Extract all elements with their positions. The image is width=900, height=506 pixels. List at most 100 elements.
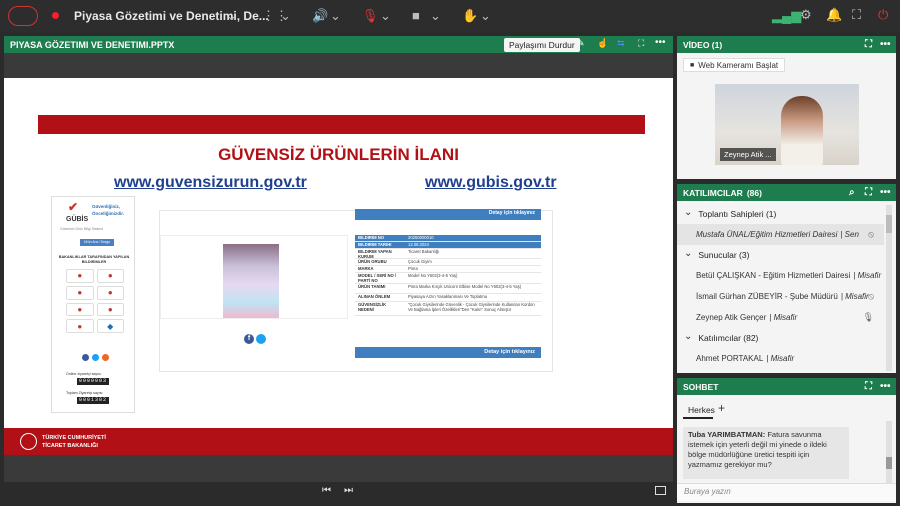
chevron-down-icon[interactable]: ⌄: [226, 8, 237, 24]
ministry-logo[interactable]: ●: [96, 302, 124, 317]
ministry-emblem-icon: [20, 433, 37, 450]
participant-group[interactable]: ⌄ Toplantı Sahipleri (1): [677, 204, 884, 224]
chat-sender: Tuba YARIMBATMAN:: [688, 430, 766, 439]
facebook-share-icon[interactable]: f: [244, 334, 254, 344]
ministry-logo[interactable]: ●: [66, 269, 94, 283]
next-slide-icon[interactable]: ⏭: [344, 485, 353, 496]
chat-input[interactable]: Buraya yazın: [677, 483, 896, 501]
facebook-icon[interactable]: [82, 354, 89, 361]
chevron-down-icon[interactable]: ⌄: [684, 207, 692, 218]
participant-group[interactable]: ⌄ Katılımcılar (82): [677, 328, 884, 348]
participant-row[interactable]: İsmail Gürhan ZÜBEYİR - Şube Müdürü | Mis…: [677, 286, 884, 307]
fullscreen-icon[interactable]: ⛶: [865, 381, 872, 392]
ministry-logo[interactable]: ◆: [96, 319, 124, 333]
notice-field-value: Pinra Marka Kırçık Unicorn Elbise Model …: [405, 284, 541, 293]
ministry-logo[interactable]: ●: [66, 302, 94, 317]
camera-icon: ■: [690, 61, 695, 69]
participant-group-label: Sunucular (3): [698, 250, 750, 260]
participant-name: Mustafa ÜNAL/Eğitim Hizmetleri Dairesi: [696, 230, 838, 239]
bell-icon[interactable]: 🔔: [826, 7, 842, 23]
notice-table-row: MARKA Pinra: [355, 266, 541, 273]
power-icon[interactable]: ⏻: [878, 7, 888, 23]
sidebar-toggle-icon[interactable]: [655, 486, 666, 495]
ministry-logo[interactable]: ●: [96, 269, 124, 283]
participant-video[interactable]: Zeynep Atik ...: [715, 84, 859, 165]
participant-row[interactable]: Mustafa ÜNAL/Eğitim Hizmetleri Dairesi | …: [677, 224, 884, 245]
chevron-down-icon[interactable]: ⌄: [480, 8, 491, 24]
chevron-down-icon[interactable]: ⌄: [380, 8, 391, 24]
scrollbar-thumb[interactable]: [886, 215, 892, 233]
participant-group[interactable]: ⌄ Sunucular (3): [677, 245, 884, 265]
participant-role: | Misafir: [766, 354, 795, 363]
participant-group-label: Katılımcılar (82): [698, 333, 759, 343]
search-icon[interactable]: ⌕: [849, 187, 855, 198]
notice-field-label: ALINAN ÖNLEM: [355, 294, 405, 301]
online-visitors-label: Online ziyaretçi sayısı: [66, 372, 101, 376]
more-icon[interactable]: •••: [880, 39, 891, 50]
participant-name: İsmail Gürhan ZÜBEYİR - Şube Müdürü: [696, 292, 838, 301]
mic-muted-icon[interactable]: 🎙: [362, 8, 379, 24]
detail-link[interactable]: Detay için tıklayınız: [484, 349, 535, 355]
twitter-share-icon[interactable]: [256, 334, 266, 344]
product-box: [160, 235, 348, 319]
stop-sharing-button[interactable]: Paylaşımı Durdur: [504, 38, 580, 52]
participants-scrollbar[interactable]: [886, 205, 892, 371]
notice-card: Detay için tıklayınız f BILDIRIM NO 20250…: [159, 209, 553, 372]
link-gubis[interactable]: www.gubis.gov.tr: [425, 174, 557, 192]
speaker-icon[interactable]: 🔊: [312, 8, 328, 24]
previous-slide-icon[interactable]: ⏮: [322, 485, 331, 496]
mic-muted-icon[interactable]: ⦸: [868, 229, 874, 240]
notice-field-label: MODEL / SERİ NO / PARTİ NO: [355, 273, 405, 283]
top-bar: Piyasa Gözetimi ve Denetimi, De... ⌄ ⋮⋮ …: [0, 0, 900, 32]
chevron-down-icon[interactable]: ⌄: [684, 331, 692, 342]
chat-scrollbar[interactable]: [886, 421, 892, 483]
pen-icon[interactable]: ✎: [577, 38, 585, 49]
more-icon[interactable]: •••: [880, 381, 891, 392]
participant-group-label: Toplantı Sahipleri (1): [698, 209, 777, 219]
detail-link[interactable]: Detay için tıklayınız: [489, 210, 535, 216]
signal-icon[interactable]: ▂▄▆: [772, 8, 801, 24]
mic-icon[interactable]: 🎙: [863, 312, 874, 323]
participant-row[interactable]: Betül ÇALIŞKAN - Eğitim Hizmetleri Daire…: [677, 265, 884, 286]
camera-icon[interactable]: ■: [412, 8, 420, 23]
detail-bar-top[interactable]: Detay için tıklayınız: [355, 209, 541, 220]
participant-role: | Misafir: [840, 292, 869, 301]
fullscreen-icon[interactable]: ⛶: [865, 187, 872, 198]
fullscreen-icon[interactable]: ⛶: [865, 39, 872, 50]
participants-count: (86): [746, 187, 762, 198]
logo-icon: [8, 6, 38, 26]
chevron-down-icon[interactable]: ⌄: [330, 8, 341, 24]
start-webcam-button[interactable]: ■ Web Kameramı Başlat: [683, 58, 786, 72]
chevron-down-icon[interactable]: ⌄: [684, 248, 692, 259]
rss-icon[interactable]: [102, 354, 109, 361]
raise-hand-icon[interactable]: ✋: [462, 8, 478, 24]
add-chat-tab-icon[interactable]: +: [718, 401, 725, 415]
footer-line-1: TÜRKİYE CUMHURİYETİ: [42, 435, 106, 441]
gubis-search-button[interactable]: Ürün Ara / Sorgu: [80, 239, 114, 246]
settings-icon[interactable]: ⚙: [800, 7, 812, 23]
detail-bar-bottom[interactable]: Detay için tıklayınız: [355, 347, 541, 358]
ministry-logo[interactable]: ●: [66, 285, 94, 300]
product-image[interactable]: [223, 244, 279, 318]
chat-tab-everyone[interactable]: Herkes: [688, 405, 715, 415]
participants-panel-header: KATILIMCILAR (86) ⌕ ⛶ •••: [677, 184, 896, 201]
more-icon[interactable]: •••: [880, 187, 891, 198]
more-icon[interactable]: •••: [655, 37, 666, 48]
notice-table-row: BILDIRIM YAPAN KURUM Ticaret Bakanlığı: [355, 249, 541, 259]
twitter-icon[interactable]: [92, 354, 99, 361]
fullscreen-icon[interactable]: ⛶: [638, 38, 644, 49]
participant-row[interactable]: Ahmet PORTAKAL | Misafir: [677, 348, 884, 369]
pointer-icon[interactable]: ☝: [597, 38, 608, 49]
ministry-logo[interactable]: ●: [66, 319, 94, 333]
ministry-logo[interactable]: ●: [96, 285, 124, 300]
link-guvensizurun[interactable]: www.guvensizurun.gov.tr: [114, 174, 307, 192]
mic-muted-icon[interactable]: ⦸: [868, 291, 874, 302]
sync-icon[interactable]: ⇆: [617, 38, 625, 49]
scrollbar-thumb[interactable]: [886, 457, 892, 469]
fullscreen-icon[interactable]: ⛶: [852, 7, 861, 23]
chevron-down-icon[interactable]: ⌄: [430, 8, 441, 24]
chevron-down-icon[interactable]: ⌄: [280, 8, 291, 24]
notice-table-row: BILDIRIM TARIHI 12.08.2024: [355, 242, 541, 249]
participant-row[interactable]: Zeynep Atik Gençer | Misafir 🎙: [677, 307, 884, 328]
meeting-title[interactable]: Piyasa Gözetimi ve Denetimi, De...: [74, 9, 269, 23]
